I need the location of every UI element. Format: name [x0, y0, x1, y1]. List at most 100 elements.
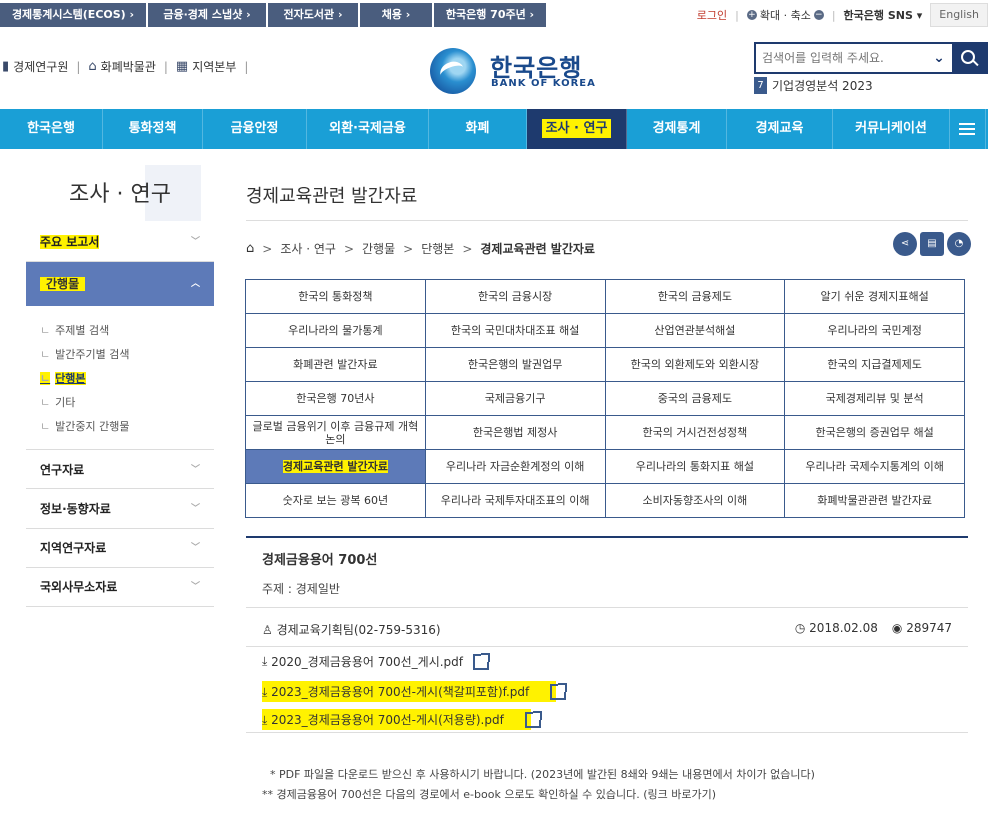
grid-cell[interactable]: 산업연관분석해설 [605, 314, 786, 348]
sub-item-label: 발간주기별 검색 [55, 348, 130, 361]
search-button[interactable] [952, 44, 986, 72]
grid-cell[interactable]: 중국의 금융제도 [605, 382, 786, 416]
sidebar-sub-item[interactable]: ㄴ 발간중지 간행물 [40, 418, 129, 434]
grid-cell[interactable]: 우리나라의 국민계정 [785, 314, 965, 348]
grid-cell[interactable]: 한국의 외환제도와 외환시장 [605, 348, 786, 382]
grid-cell[interactable]: 숫자로 보는 광복 60년 [246, 484, 426, 518]
snapshot-link[interactable]: 금융·경제 스냅샷 › [148, 3, 266, 27]
english-button[interactable]: English [930, 3, 988, 27]
chevron-down-icon[interactable]: ⌄ [926, 44, 952, 72]
grid-cell[interactable]: 소비자동향조사의 이해 [605, 484, 786, 518]
sidebar-sub-item-active[interactable]: ㄴ 단행본 [40, 370, 86, 386]
money-museum-link[interactable]: 화폐박물관 [101, 58, 156, 75]
grid-cell[interactable]: 우리나라 국제수지통계의 이해 [785, 450, 965, 484]
file-download-link[interactable]: ⤓ 2023_경제금융용어 700선-게시(저용량).pdf [262, 709, 542, 730]
grid-cell[interactable]: 한국은행 70년사 [246, 382, 426, 416]
search-box: ⌄ [754, 42, 988, 74]
detail-author: ♙ 경제교육기획팀(02-759-5316) [262, 621, 441, 638]
nav-monetary-policy[interactable]: 통화정책 [103, 109, 203, 149]
ecos-link[interactable]: 경제통계시스템(ECOS) › [0, 3, 146, 27]
e-library-link[interactable]: 전자도서관 › [268, 3, 358, 27]
sidebar-sub-item[interactable]: ㄴ 발간주기별 검색 [40, 346, 129, 362]
breadcrumb-item[interactable]: 단행본 [421, 240, 454, 257]
share-icon[interactable]: ⋖ [893, 232, 917, 256]
grid-cell-label: 경제교육관련 발간자료 [282, 460, 388, 473]
grid-cell[interactable]: 국제금융기구 [425, 382, 606, 416]
grid-cell[interactable]: 화폐박물관관련 발간자료 [785, 484, 965, 518]
chevron-down-icon: ﹀ [190, 237, 200, 247]
sidebar-item-research-data[interactable]: 연구자료 ﹀ [26, 449, 214, 489]
regional-office-link[interactable]: 지역본부 [192, 58, 236, 75]
grid-cell[interactable]: 한국은행법 제정사 [425, 416, 606, 450]
grid-cell-label: 한국은행의 증권업무 해설 [815, 426, 934, 439]
anniversary-link[interactable]: 한국은행 70주년 › [434, 3, 546, 27]
sidebar-item-main-reports[interactable]: 주요 보고서 ﹀ [26, 222, 214, 262]
zoom-in-icon[interactable]: + [746, 10, 757, 20]
sidebar-item-label: 주요 보고서 [40, 235, 100, 249]
grid-cell[interactable]: 우리나라의 물가통계 [246, 314, 426, 348]
grid-cell[interactable]: 한국은행의 발권업무 [425, 348, 606, 382]
grid-cell[interactable]: 글로벌 금융위기 이후 금융규제 개혁 논의 [246, 416, 426, 450]
grid-row: 한국의 통화정책 한국의 금융시장 한국의 금융제도 알기 쉬운 경제지표해설 [246, 280, 965, 314]
nav-forex[interactable]: 외환·국제금융 [307, 109, 429, 149]
grid-row: 경제교육관련 발간자료 우리나라 자금순환계정의 이해 우리나라의 통화지표 해설 우… [246, 450, 965, 484]
external-link-icon[interactable] [524, 710, 542, 728]
region-icon: ▦ [175, 59, 189, 74]
nav-currency[interactable]: 화폐 [429, 109, 527, 149]
sub-item-label: 기타 [55, 396, 76, 409]
external-link-icon[interactable] [473, 652, 491, 670]
grid-cell[interactable]: 알기 쉬운 경제지표해설 [785, 280, 965, 314]
sidebar-sub-item[interactable]: ㄴ 기타 [40, 394, 75, 410]
grid-cell[interactable]: 한국의 거시건전성정책 [605, 416, 786, 450]
login-link[interactable]: 로그인 [697, 7, 727, 23]
top-links: 경제통계시스템(ECOS) › 금융·경제 스냅샷 › 전자도서관 › 채용 ›… [0, 3, 548, 27]
sidebar-sub-item[interactable]: ㄴ 주제별 검색 [40, 322, 109, 338]
grid-cell-label: 우리나라 국제투자대조표의 이해 [440, 494, 590, 507]
sns-dropdown[interactable]: 한국은행 SNS ▾ [844, 7, 923, 23]
grid-cell[interactable]: 화폐관련 발간자료 [246, 348, 426, 382]
grid-cell[interactable]: 한국은행의 증권업무 해설 [785, 416, 965, 450]
sidebar-item-overseas-office[interactable]: 국외사무소자료 ﹀ [26, 567, 214, 607]
nav-bok[interactable]: 한국은행 [0, 109, 103, 149]
grid-cell[interactable]: 국제경제리뷰 및 분석 [785, 382, 965, 416]
file-download-link[interactable]: ⤓ 2023_경제금융용어 700선-게시(책갈피포함)f.pdf [262, 681, 567, 702]
ebook-note[interactable]: ** 경제금융용어 700선은 다음의 경로에서 e-book 으로도 확인하실… [262, 786, 716, 802]
author-text: 경제교육기획팀(02-759-5316) [276, 623, 441, 637]
grid-cell[interactable]: 우리나라 자금순환계정의 이해 [425, 450, 606, 484]
pdf-note: * PDF 파일을 다운로드 받으신 후 사용하시기 바랍니다. (2023년에… [270, 768, 815, 781]
download-icon: ⤓ [262, 654, 272, 668]
sidebar-item-publications[interactable]: 간행물 ︿ [26, 262, 214, 306]
bank-logo[interactable]: 한국은행 BANK OF KOREA [430, 46, 595, 98]
hamburger-menu-icon[interactable] [950, 109, 986, 149]
sidebar-item-trend-data[interactable]: 정보·동향자료 ﹀ [26, 489, 214, 529]
breadcrumb-item[interactable]: 조사 · 연구 [280, 240, 336, 257]
grid-cell-selected[interactable]: 경제교육관련 발간자료 [246, 450, 426, 484]
grid-cell[interactable]: 우리나라의 통화지표 해설 [605, 450, 786, 484]
grid-cell[interactable]: 한국의 국민대차대조표 해설 [425, 314, 606, 348]
nav-statistics[interactable]: 경제통계 [627, 109, 727, 149]
external-link-icon[interactable] [549, 682, 567, 700]
grid-cell[interactable]: 한국의 지급결제제도 [785, 348, 965, 382]
sidebar-item-regional-research[interactable]: 지역연구자료 ﹀ [26, 528, 214, 568]
grid-cell[interactable]: 우리나라 국제투자대조표의 이해 [425, 484, 606, 518]
file-download-link[interactable]: ⤓ 2020_경제금융용어 700선_게시.pdf [262, 652, 491, 670]
search-input[interactable] [756, 44, 926, 72]
grid-cell-label: 한국은행법 제정사 [472, 426, 558, 439]
chevron-down-icon: ﹀ [190, 504, 200, 514]
grid-cell[interactable]: 한국의 통화정책 [246, 280, 426, 314]
grid-cell[interactable]: 한국의 금융시장 [425, 280, 606, 314]
research-institute-link[interactable]: 경제연구원 [13, 58, 68, 75]
print-icon[interactable]: ▤ [920, 232, 944, 256]
grid-cell[interactable]: 한국의 금융제도 [605, 280, 786, 314]
home-icon[interactable]: ⌂ [246, 241, 254, 256]
nav-education[interactable]: 경제교육 [727, 109, 833, 149]
grid-cell-label: 한국의 거시건전성정책 [642, 426, 748, 439]
popular-keyword[interactable]: 7 기업경영분석 2023 [754, 77, 873, 94]
breadcrumb-item[interactable]: 간행물 [362, 240, 395, 257]
nav-communication[interactable]: 커뮤니케이션 [833, 109, 950, 149]
recruit-link[interactable]: 채용 › [360, 3, 432, 27]
rss-icon[interactable]: ◔ [947, 232, 971, 256]
nav-financial-stability[interactable]: 금융안정 [203, 109, 307, 149]
zoom-out-icon[interactable]: − [813, 10, 824, 20]
nav-research[interactable]: 조사 · 연구 [527, 109, 627, 149]
